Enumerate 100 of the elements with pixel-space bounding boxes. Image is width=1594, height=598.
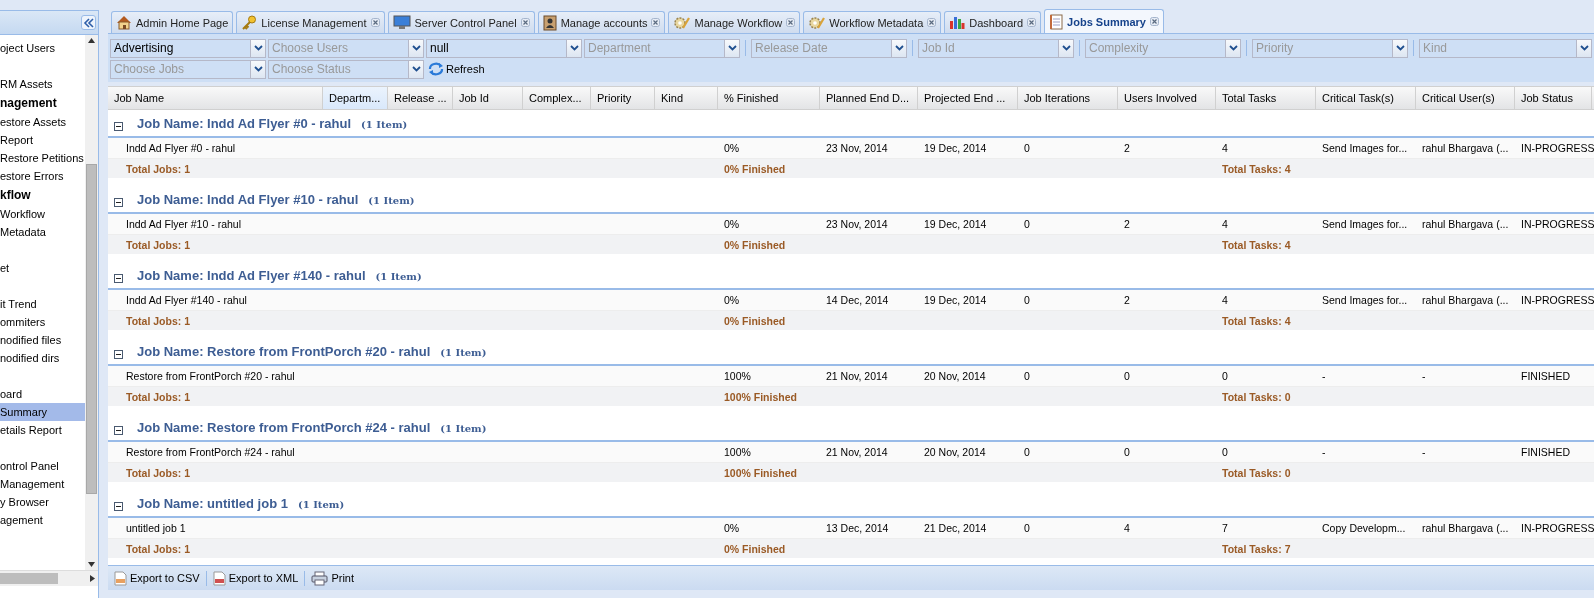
tab[interactable]: Manage accounts xyxy=(537,11,666,33)
close-icon[interactable] xyxy=(520,18,530,27)
tab[interactable]: Server Control Panel xyxy=(387,11,535,33)
sidebar-item[interactable]: RM Assets xyxy=(0,75,85,93)
table-cell-text: - xyxy=(1321,370,1327,382)
summary-cell-text: Total Tasks: 0 xyxy=(1221,466,1292,479)
close-icon[interactable] xyxy=(370,18,380,27)
column-header[interactable]: Job Id xyxy=(453,87,523,109)
sidebar-item[interactable]: kflow xyxy=(0,185,85,205)
dropdown-field[interactable]: Choose Status xyxy=(268,59,408,79)
column-header[interactable]: Kind xyxy=(655,87,718,109)
print-button[interactable]: Print xyxy=(311,570,355,586)
column-header[interactable]: Departm... xyxy=(323,87,388,109)
collapse-toggle-icon[interactable] xyxy=(114,425,123,435)
table-cell-text: 21 Nov, 2014 xyxy=(825,370,889,382)
sidebar-item[interactable]: nodified dirs xyxy=(0,349,85,367)
dropdown-field[interactable]: Job Id xyxy=(918,38,1058,58)
group-title: Job Name: Indd Ad Flyer #0 - rahul xyxy=(137,116,352,131)
column-header[interactable]: Job Status xyxy=(1515,87,1592,109)
column-header[interactable]: Critical User(s) xyxy=(1416,87,1515,109)
sidebar-item[interactable]: ontrol Panel xyxy=(0,457,85,475)
dropdown-field[interactable]: Advertising xyxy=(110,38,250,58)
table-cell-text: IN-PROGRESS xyxy=(1520,142,1592,154)
column-header[interactable]: Job Iterations xyxy=(1018,87,1118,109)
export-button[interactable]: Export to XML xyxy=(212,570,299,586)
close-icon[interactable] xyxy=(1027,18,1037,27)
export-button[interactable]: Export to CSV xyxy=(114,570,200,586)
horizontal-scrollbar[interactable] xyxy=(0,570,98,586)
tab[interactable]: Workflow Metadata xyxy=(803,11,942,33)
sidebar-item[interactable]: Summary xyxy=(0,403,85,421)
column-header[interactable]: Priority xyxy=(591,87,655,109)
file-icon xyxy=(212,570,226,586)
collapse-icon[interactable] xyxy=(81,15,96,30)
dropdown-field[interactable]: Priority xyxy=(1252,38,1392,58)
table-cell-text: Restore from FrontPorch #24 - rahul xyxy=(125,446,296,458)
table-cell-text: 19 Dec, 2014 xyxy=(923,294,988,306)
collapse-toggle-icon[interactable] xyxy=(114,197,123,207)
collapse-toggle-icon[interactable] xyxy=(114,501,123,511)
tab[interactable]: Admin Home Page xyxy=(111,11,234,33)
sidebar-item[interactable]: nodified files xyxy=(0,331,85,349)
table-cell-text: 20 Nov, 2014 xyxy=(923,446,987,458)
table-cell-text: 100% xyxy=(723,446,752,458)
dropdown-field[interactable]: Choose Users xyxy=(268,38,408,58)
scroll-up-icon[interactable] xyxy=(88,38,95,43)
summary-cell-text: Total Jobs: 1 xyxy=(125,466,191,479)
sidebar-item[interactable]: et xyxy=(0,259,85,277)
sidebar-item[interactable]: oject Users xyxy=(0,39,85,57)
summary-cell-text: Total Tasks: 4 xyxy=(1221,238,1292,251)
collapse-toggle-icon[interactable] xyxy=(114,273,123,283)
tab[interactable]: Dashboard xyxy=(944,11,1042,33)
column-header[interactable]: Projected End ... xyxy=(918,87,1018,109)
dropdown-field[interactable]: Kind xyxy=(1419,38,1576,58)
sidebar-item[interactable]: it Trend xyxy=(0,295,85,313)
sidebar-item[interactable]: estore Assets xyxy=(0,113,85,131)
summary-cell-text: 0% Finished xyxy=(723,238,787,251)
scroll-down-icon[interactable] xyxy=(88,562,95,567)
tab[interactable]: Jobs Summary xyxy=(1044,9,1164,33)
printer-icon xyxy=(311,570,329,586)
collapse-toggle-icon[interactable] xyxy=(114,121,123,131)
dropdown-field[interactable]: null xyxy=(426,38,566,58)
table-cell-text: 0% xyxy=(723,142,741,154)
dropdown-field[interactable]: Release Date xyxy=(751,38,891,58)
sidebar-item[interactable]: oard xyxy=(0,385,85,403)
sidebar-item[interactable]: Metadata xyxy=(0,223,85,241)
summary-cell-text: 100% Finished xyxy=(723,466,798,479)
summary-cell-text: 100% Finished xyxy=(723,390,798,403)
collapse-toggle-icon[interactable] xyxy=(114,349,123,359)
column-header[interactable]: Critical Task(s) xyxy=(1316,87,1416,109)
table-cell-text: Send Images for... xyxy=(1321,218,1409,230)
table-cell-text: 23 Nov, 2014 xyxy=(825,218,889,230)
tab[interactable]: Manage Workflow xyxy=(668,11,801,33)
dropdown-field[interactable]: Complexity xyxy=(1085,38,1225,58)
scrollbar[interactable] xyxy=(85,35,98,570)
column-header[interactable]: Planned End D... xyxy=(820,87,918,109)
sidebar-item[interactable]: Restore Petitions xyxy=(0,149,85,167)
scroll-right-icon[interactable] xyxy=(90,575,95,582)
dropdown-field[interactable]: Choose Jobs xyxy=(110,59,250,79)
close-icon[interactable] xyxy=(1149,17,1159,26)
close-icon[interactable] xyxy=(651,18,661,27)
column-header[interactable]: % Finished xyxy=(718,87,820,109)
sidebar-item[interactable]: ommiters xyxy=(0,313,85,331)
close-icon[interactable] xyxy=(927,18,937,27)
column-header[interactable]: Total Tasks xyxy=(1216,87,1316,109)
sidebar-item[interactable]: etails Report xyxy=(0,421,85,439)
column-header[interactable]: Users Involved xyxy=(1118,87,1216,109)
sidebar-item[interactable]: Management xyxy=(0,475,85,493)
sidebar-item[interactable]: Workflow xyxy=(0,205,85,223)
column-header[interactable]: Release ... xyxy=(388,87,453,109)
dropdown-field[interactable]: Department xyxy=(584,38,724,58)
sidebar-item[interactable]: Report xyxy=(0,131,85,149)
tab[interactable]: License Management xyxy=(236,11,385,33)
table-cell-text: 14 Dec, 2014 xyxy=(825,294,890,306)
sidebar-item[interactable]: agement xyxy=(0,511,85,529)
close-icon[interactable] xyxy=(786,18,796,27)
summary-cell-text: Total Jobs: 1 xyxy=(125,314,191,327)
sidebar-item[interactable]: y Browser xyxy=(0,493,85,511)
sidebar-item[interactable]: estore Errors xyxy=(0,167,85,185)
column-header[interactable]: Complex... xyxy=(523,87,591,109)
refresh-button[interactable]: Refresh xyxy=(426,62,487,76)
sidebar-item[interactable]: nagement xyxy=(0,93,85,113)
